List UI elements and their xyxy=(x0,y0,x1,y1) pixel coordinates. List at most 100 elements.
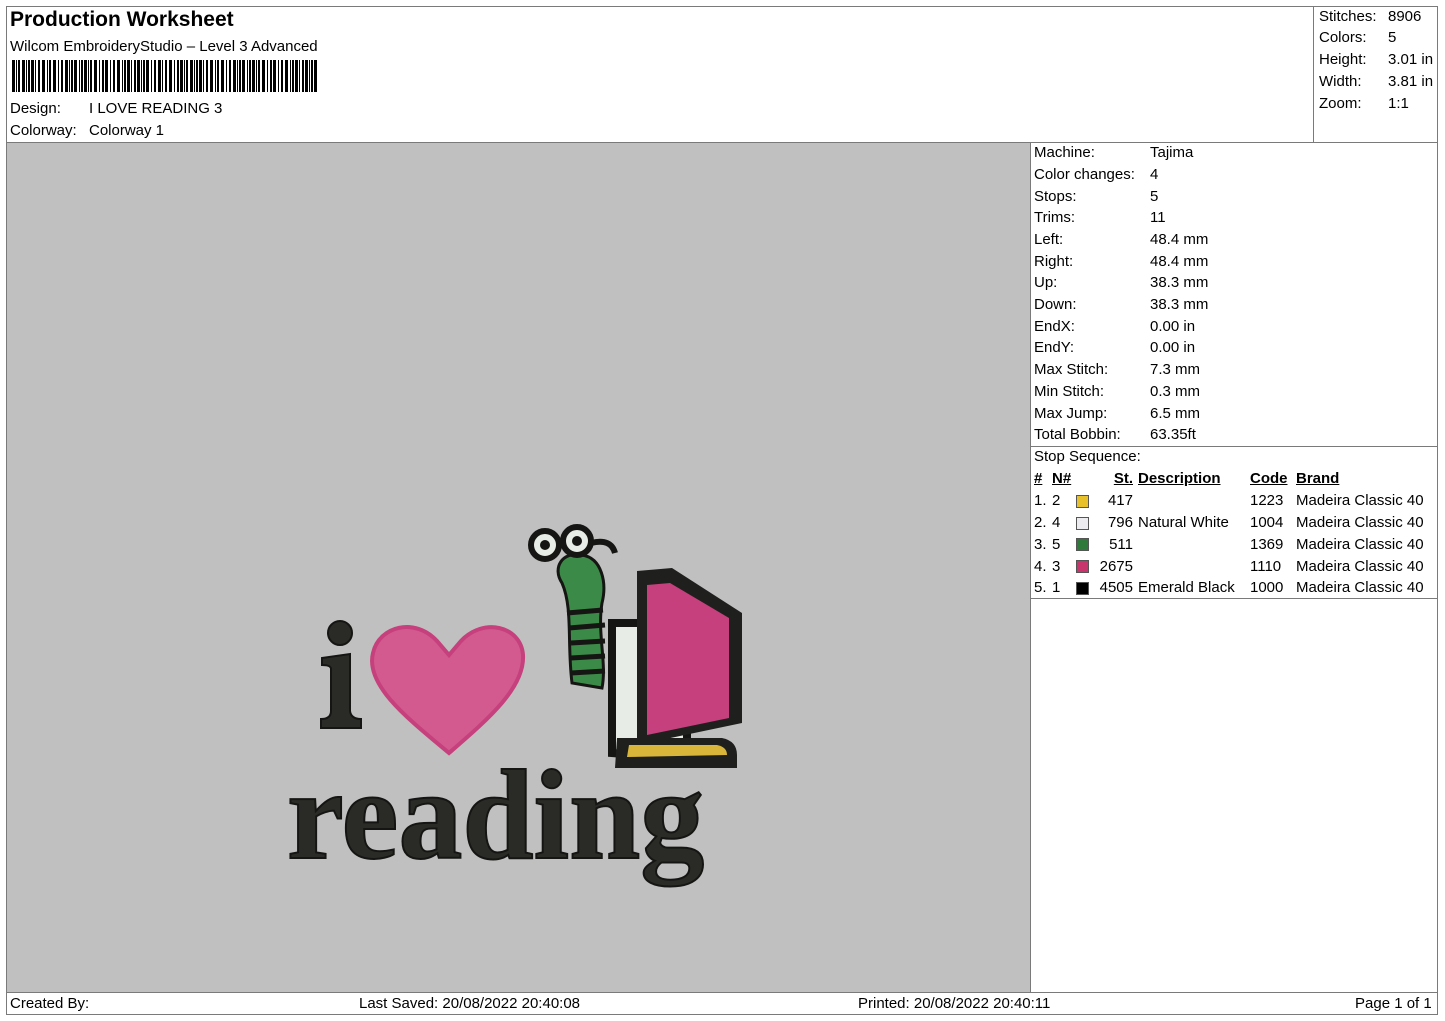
color-swatch xyxy=(1076,494,1089,508)
info-value: 6.5 mm xyxy=(1150,405,1201,422)
cell-num: 4. xyxy=(1034,557,1047,575)
summary-label: Width: xyxy=(1319,73,1362,90)
design-label: Design: xyxy=(10,100,61,117)
page-number: Page 1 of 1 xyxy=(1355,995,1432,1012)
summary-label: Stitches: xyxy=(1319,8,1377,25)
colorway-value: Colorway 1 xyxy=(89,122,165,139)
cell-code: 1004 xyxy=(1250,513,1284,531)
bookworm-icon xyxy=(528,524,618,690)
info-label: Max Stitch: xyxy=(1034,361,1109,378)
col-brand: Brand xyxy=(1296,470,1340,488)
col-code: Code xyxy=(1250,470,1288,488)
cell-st: 4505 xyxy=(1099,579,1133,597)
cell-brand: Madeira Classic 40 xyxy=(1296,513,1424,531)
info-value: 0.00 in xyxy=(1150,339,1196,356)
cell-st: 796 xyxy=(1107,513,1133,531)
cell-code: 1223 xyxy=(1250,492,1284,510)
cell-num: 5. xyxy=(1034,579,1047,597)
info-label: Max Jump: xyxy=(1034,405,1108,422)
summary-value: 3.01 in xyxy=(1388,51,1434,68)
cell-num: 2. xyxy=(1034,513,1047,531)
cell-n: 2 xyxy=(1052,492,1061,510)
cell-brand: Madeira Classic 40 xyxy=(1296,492,1424,510)
summary-label: Zoom: xyxy=(1319,95,1362,112)
last-saved: Last Saved: 20/08/2022 20:40:08 xyxy=(359,995,581,1012)
color-swatch xyxy=(1076,581,1089,595)
table-row: 5. 1 4505 Emerald Black 1000 Madeira Classic … xyxy=(1031,577,1438,599)
info-label: Trims: xyxy=(1034,209,1076,226)
barcode xyxy=(12,60,317,92)
cell-brand: Madeira Classic 40 xyxy=(1296,557,1424,575)
info-value: 11 xyxy=(1150,209,1166,226)
info-value: 63.35ft xyxy=(1150,426,1196,443)
summary-value: 8906 xyxy=(1388,8,1422,25)
color-swatch xyxy=(1076,538,1089,552)
summary-divider xyxy=(1313,6,1314,142)
created-by: Created By: xyxy=(10,995,90,1012)
cell-brand: Madeira Classic 40 xyxy=(1296,535,1424,553)
table-row: 2. 4 796 Natural White 1004 Madeira Classic 4… xyxy=(1031,512,1438,534)
design-value: I LOVE READING 3 xyxy=(89,100,223,117)
cell-n: 4 xyxy=(1052,513,1061,531)
table-row: 1. 2 417 1223 Madeira Classic 40 xyxy=(1031,490,1438,512)
cell-n: 5 xyxy=(1052,535,1061,553)
info-label: Up: xyxy=(1034,274,1058,291)
thread-swatch-cell xyxy=(1076,555,1098,577)
cell-desc: Natural White xyxy=(1138,513,1229,531)
info-label: EndX: xyxy=(1034,318,1075,335)
table-header: # N# St. Description Code Brand xyxy=(1031,468,1438,490)
cell-num: 3. xyxy=(1034,535,1047,553)
cell-desc xyxy=(1138,490,1250,512)
cell-st: 417 xyxy=(1107,492,1133,510)
cell-desc xyxy=(1138,533,1250,555)
info-label: Machine: xyxy=(1034,144,1095,161)
software-name: Wilcom EmbroideryStudio – Level 3 Advanc… xyxy=(10,38,318,55)
thread-swatch-cell xyxy=(1076,490,1098,512)
info-label: Right: xyxy=(1034,253,1074,270)
reading-text: reading xyxy=(287,744,704,886)
letter-i xyxy=(320,620,362,729)
cell-desc: Emerald Black xyxy=(1138,579,1235,597)
summary-value: 5 xyxy=(1388,29,1397,46)
cell-brand: Madeira Classic 40 xyxy=(1296,579,1424,597)
printed-date: Printed: 20/08/2022 20:40:11 xyxy=(858,995,1051,1012)
embroidery-design: reading xyxy=(286,524,742,887)
info-label: Color changes: xyxy=(1034,166,1135,183)
col-description: Description xyxy=(1138,470,1221,488)
cell-desc xyxy=(1138,555,1250,577)
info-value: Tajima xyxy=(1150,144,1194,161)
info-label: Min Stitch: xyxy=(1034,383,1105,400)
cell-n: 3 xyxy=(1052,557,1061,575)
cell-num: 1. xyxy=(1034,492,1047,510)
info-value: 7.3 mm xyxy=(1150,361,1201,378)
info-value: 38.3 mm xyxy=(1150,296,1209,313)
color-swatch xyxy=(1076,560,1089,574)
info-label: EndY: xyxy=(1034,339,1075,356)
col-stitches: St. xyxy=(1113,470,1133,488)
thread-swatch-cell xyxy=(1076,512,1098,534)
design-preview: reading xyxy=(7,143,1030,992)
summary-value: 3.81 in xyxy=(1388,73,1434,90)
summary-label: Colors: xyxy=(1319,29,1367,46)
info-divider xyxy=(1030,446,1438,447)
col-n: N# xyxy=(1052,470,1072,488)
info-value: 38.3 mm xyxy=(1150,274,1209,291)
footer-divider xyxy=(6,992,1438,993)
cell-st: 511 xyxy=(1109,535,1133,553)
stop-sequence-table: # N# St. Description Code Brand 1. 2 417 12… xyxy=(1031,468,1438,599)
info-label: Stops: xyxy=(1034,188,1077,205)
info-label: Total Bobbin: xyxy=(1034,426,1121,443)
cell-code: 1110 xyxy=(1250,557,1282,575)
cell-n: 1 xyxy=(1052,579,1061,597)
stop-sequence-title: Stop Sequence: xyxy=(1034,448,1141,465)
col-num: # xyxy=(1034,470,1043,488)
info-value: 48.4 mm xyxy=(1150,253,1209,270)
cell-st: 2675 xyxy=(1099,557,1133,575)
info-value: 0.3 mm xyxy=(1150,383,1201,400)
colorway-label: Colorway: xyxy=(10,122,77,139)
info-value: 0.00 in xyxy=(1150,318,1196,335)
cell-code: 1000 xyxy=(1250,579,1284,597)
book-icon xyxy=(608,568,742,768)
info-value: 48.4 mm xyxy=(1150,231,1209,248)
page-title: Production Worksheet xyxy=(10,8,234,31)
